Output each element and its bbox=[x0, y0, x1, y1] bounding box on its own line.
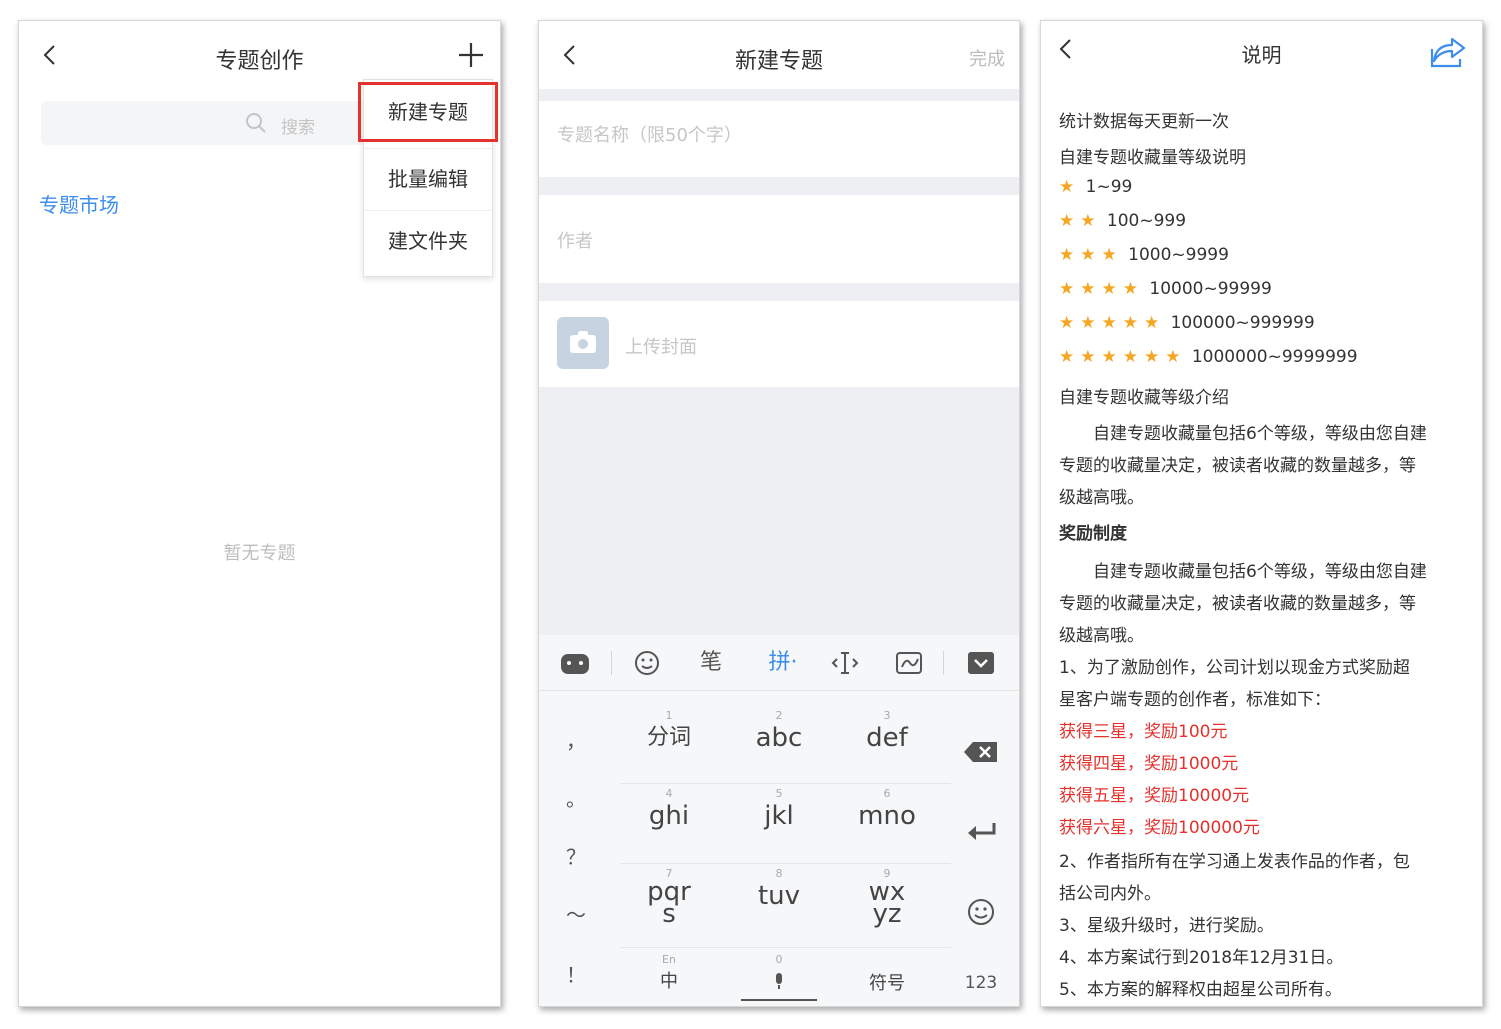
star-icon: ★★★★★★ bbox=[1059, 347, 1187, 367]
divider bbox=[539, 283, 1019, 301]
menu-item-batch-edit[interactable]: 批量编辑 bbox=[364, 148, 492, 208]
key-2[interactable]: 2 abc bbox=[739, 709, 819, 753]
update-note: 统计数据每天更新一次 bbox=[1059, 112, 1229, 132]
level-2: ★★ 100~999 bbox=[1059, 211, 1187, 231]
page-title: 说明 bbox=[1241, 43, 1282, 67]
key-1[interactable]: 1 分词 bbox=[629, 709, 709, 753]
topic-name-input[interactable]: 专题名称（限50个字） bbox=[557, 121, 742, 147]
star-icon: ★★ bbox=[1059, 211, 1102, 231]
level-6: ★★★★★★ 1000000~9999999 bbox=[1059, 347, 1358, 367]
page-title: 专题创作 bbox=[215, 49, 304, 74]
level-3: ★★★ 1000~9999 bbox=[1059, 245, 1229, 265]
search-placeholder: 搜索 bbox=[281, 118, 315, 138]
key-9[interactable]: 9 wxyz bbox=[847, 867, 927, 927]
header: 新建专题 完成 bbox=[539, 21, 1019, 89]
space-underline bbox=[741, 999, 817, 1001]
topic-market-link[interactable]: 专题市场 bbox=[39, 189, 119, 218]
symbol-key[interactable]: 符号 bbox=[847, 969, 927, 999]
plus-icon[interactable] bbox=[457, 41, 485, 69]
new-topic-screen: 新建专题 完成 专题名称（限50个字） 作者 上传封面 笔 拼· ， 。 ？ ～… bbox=[538, 20, 1020, 1007]
star-icon: ★★★ bbox=[1059, 245, 1123, 265]
number-key[interactable]: 123 bbox=[951, 973, 1011, 993]
menu-item-new-folder[interactable]: 建文件夹 bbox=[364, 210, 492, 270]
camera-icon[interactable] bbox=[557, 317, 609, 369]
header: 说明 bbox=[1041, 21, 1482, 89]
dropdown-menu: 新建专题 批量编辑 建文件夹 bbox=[358, 79, 498, 277]
level-4: ★★★★ 10000~99999 bbox=[1059, 279, 1272, 299]
emoji-key-icon[interactable] bbox=[951, 897, 1011, 933]
menu-item-new-topic[interactable]: 新建专题 bbox=[358, 82, 498, 142]
key-5[interactable]: 5 jkl bbox=[739, 787, 819, 831]
page-title: 新建专题 bbox=[734, 49, 823, 74]
keyboard-toolbar: 笔 拼· bbox=[539, 635, 1019, 691]
reward-heading: 奖励制度 bbox=[1059, 524, 1127, 544]
reward-five-star: 获得五星，奖励10000元 bbox=[1059, 786, 1250, 806]
topic-creation-screen: 专题创作 搜索 专题市场 暂无专题 新建专题 批量编辑 建文件夹 bbox=[18, 20, 501, 1007]
emoji-icon[interactable] bbox=[629, 647, 665, 679]
reward-four-star: 获得四星，奖励1000元 bbox=[1059, 754, 1239, 774]
reward-six-star: 获得六星，奖励100000元 bbox=[1059, 818, 1260, 838]
key-7[interactable]: 7 pqrs bbox=[629, 867, 709, 927]
share-icon[interactable] bbox=[1428, 35, 1468, 73]
level-heading: 自建专题收藏量等级说明 bbox=[1059, 148, 1246, 168]
star-icon: ★★★★★ bbox=[1059, 313, 1166, 333]
divider bbox=[539, 89, 1019, 101]
star-icon: ★ bbox=[1059, 177, 1081, 197]
level-intro-heading: 自建专题收藏等级介绍 bbox=[1059, 388, 1229, 408]
key-6[interactable]: 6 mno bbox=[847, 787, 927, 831]
key-4[interactable]: 4 ghi bbox=[629, 787, 709, 831]
level-1: ★ 1~99 bbox=[1059, 177, 1133, 197]
hide-keyboard-icon[interactable] bbox=[963, 647, 999, 679]
explanation-screen: 说明 统计数据每天更新一次 自建专题收藏量等级说明 ★ 1~99 ★★ 100~… bbox=[1040, 20, 1483, 1007]
keyboard: 笔 拼· ， 。 ？ ～ ！ 1 分词 2 abc 3 def 4 ghi 5 … bbox=[539, 635, 1019, 1006]
author-input[interactable]: 作者 bbox=[557, 227, 593, 253]
punct-period-key[interactable]: 。 bbox=[561, 783, 591, 812]
pinyin-input-tab[interactable]: 拼· bbox=[761, 647, 805, 679]
punct-question-key[interactable]: ？ bbox=[561, 841, 591, 870]
microphone-icon bbox=[739, 967, 819, 997]
reward-three-star: 获得三星，奖励100元 bbox=[1059, 722, 1228, 742]
search-icon bbox=[245, 112, 267, 134]
punct-exclaim-key[interactable]: ！ bbox=[561, 959, 591, 988]
content-area bbox=[539, 387, 1019, 635]
backspace-icon[interactable] bbox=[951, 741, 1011, 769]
cursor-icon[interactable] bbox=[827, 647, 863, 679]
upload-cover-label[interactable]: 上传封面 bbox=[625, 333, 697, 359]
space-key[interactable]: 0 bbox=[739, 953, 819, 1001]
empty-state-text: 暂无专题 bbox=[223, 543, 296, 564]
keyboard-logo-icon[interactable] bbox=[557, 647, 593, 679]
key-8[interactable]: 8 tuv bbox=[739, 867, 819, 911]
stroke-input-tab[interactable]: 笔 bbox=[693, 647, 729, 679]
punct-comma-key[interactable]: ， bbox=[561, 725, 591, 754]
handwriting-icon[interactable] bbox=[891, 647, 927, 679]
divider bbox=[539, 177, 1019, 195]
done-button[interactable]: 完成 bbox=[969, 45, 1005, 71]
key-3[interactable]: 3 def bbox=[847, 709, 927, 753]
level-5: ★★★★★ 100000~999999 bbox=[1059, 313, 1315, 333]
punct-tilde-key[interactable]: ～ bbox=[561, 899, 591, 928]
star-icon: ★★★★ bbox=[1059, 279, 1144, 299]
enter-icon[interactable] bbox=[951, 821, 1011, 851]
chinese-mode-key[interactable]: En 中 bbox=[629, 953, 709, 997]
